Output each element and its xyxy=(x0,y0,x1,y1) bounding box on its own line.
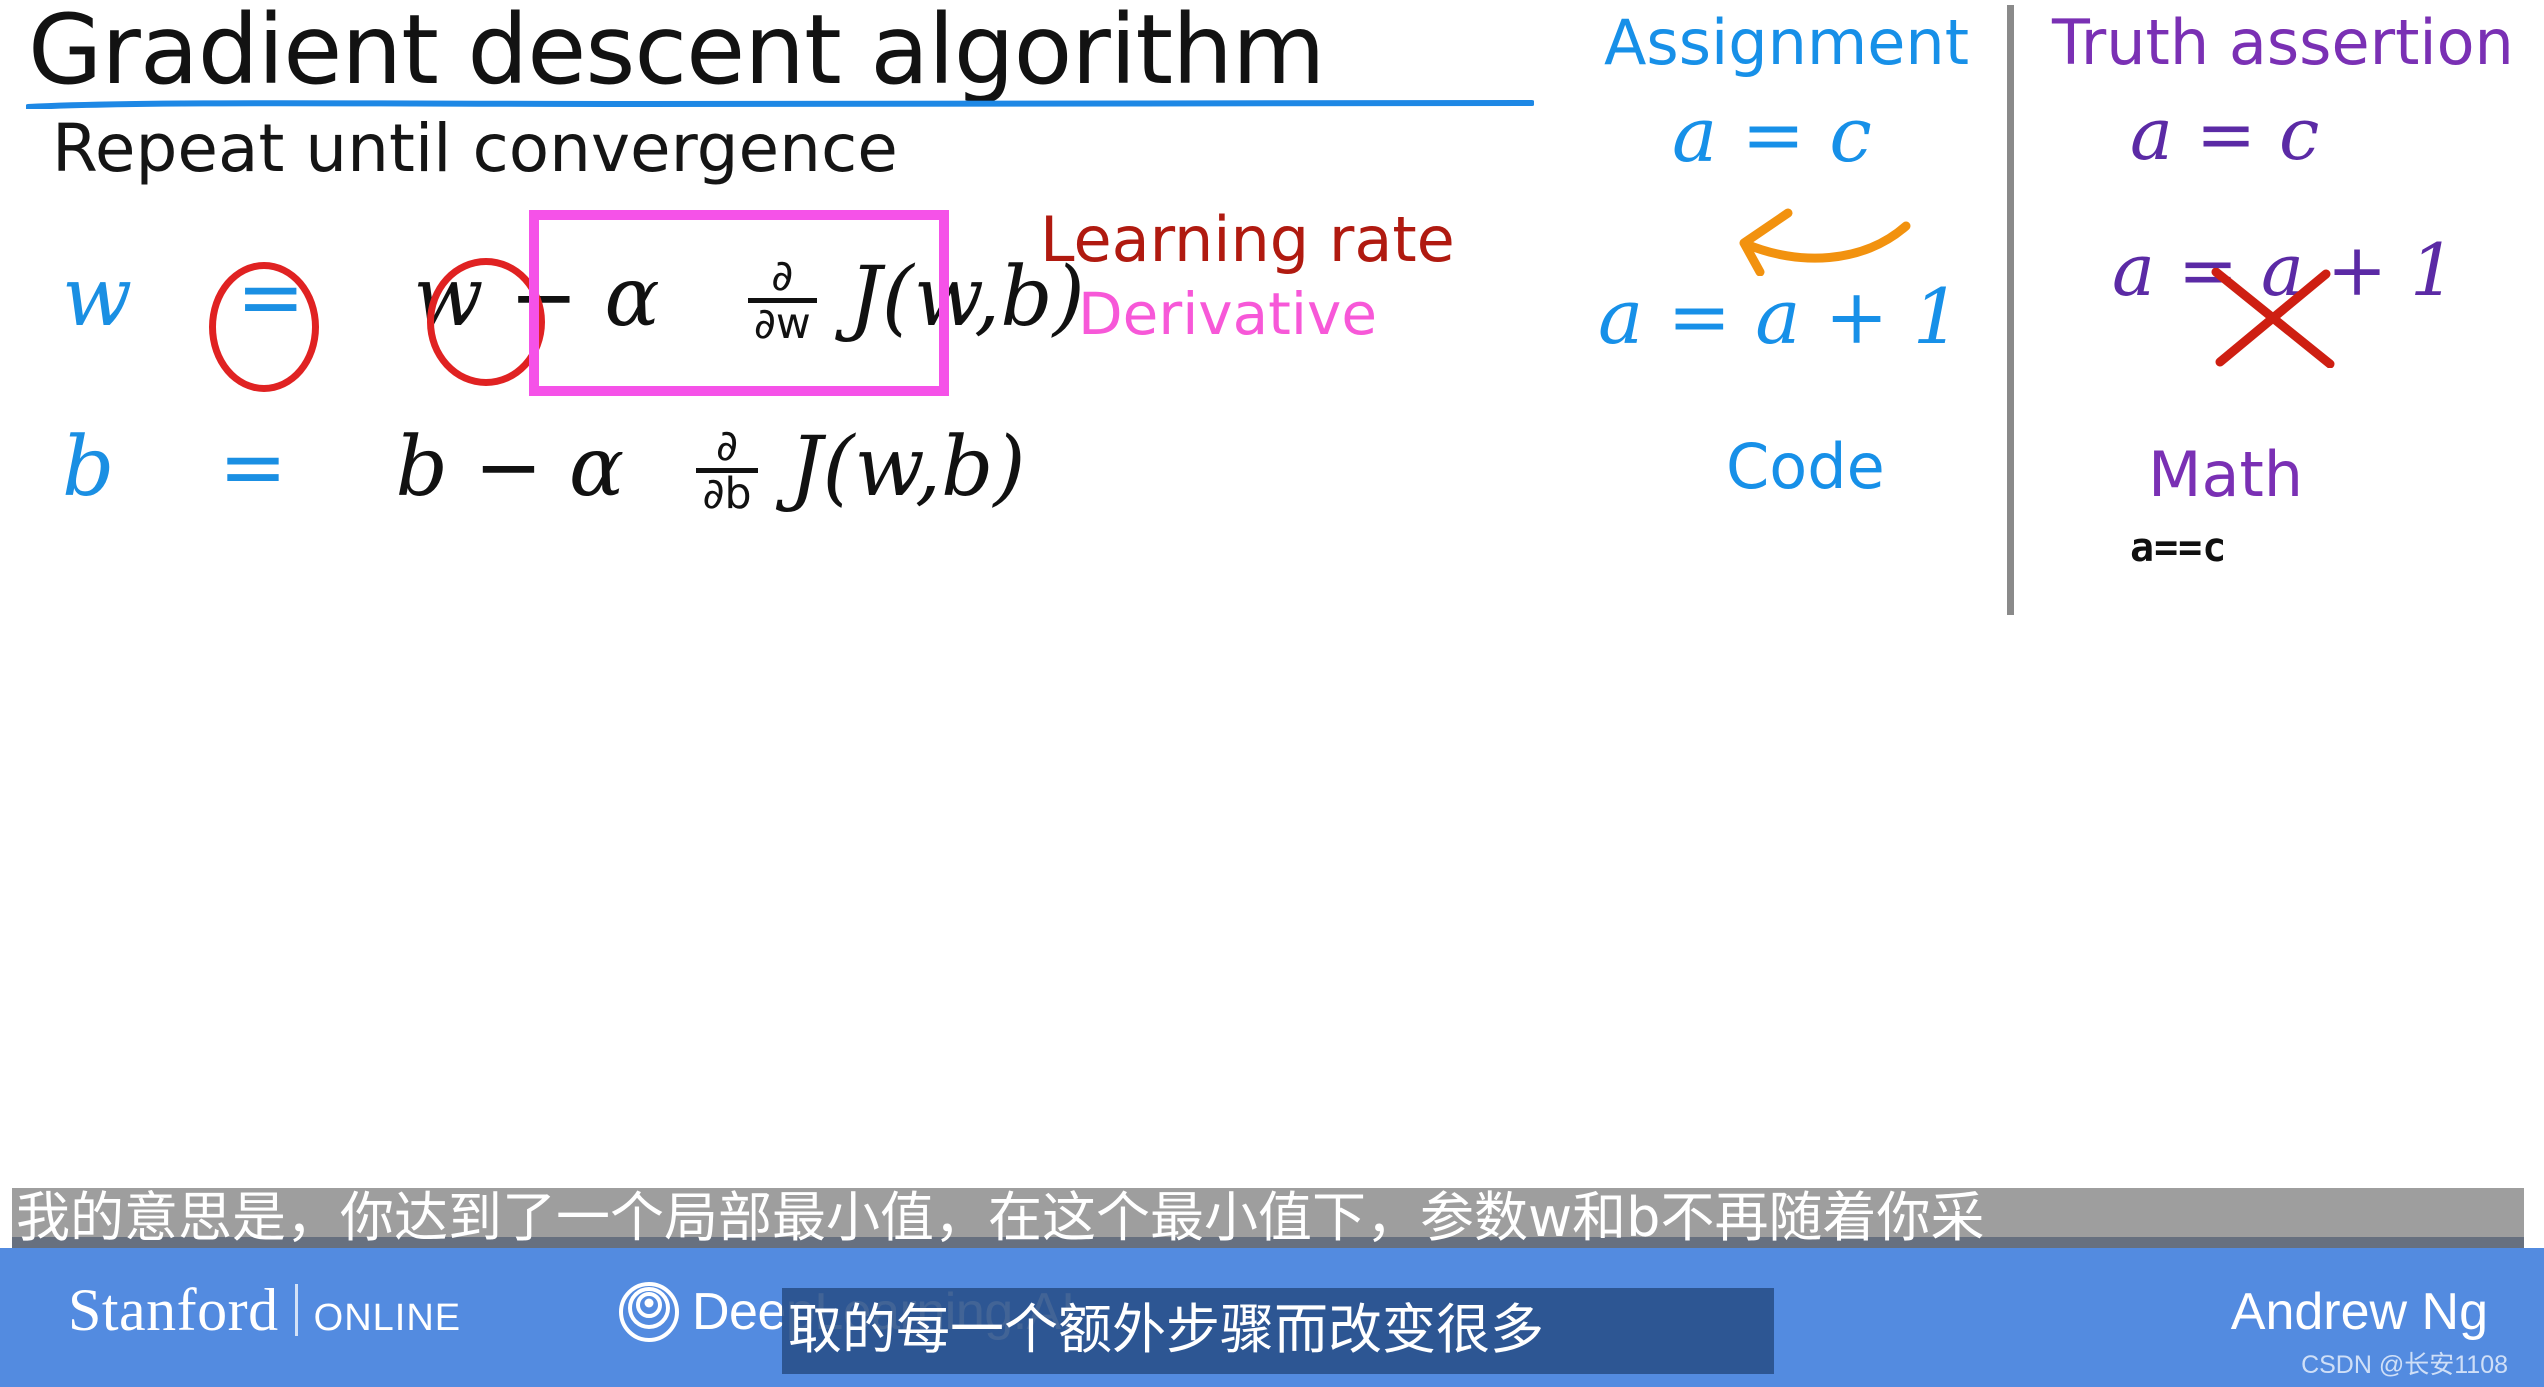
truth-column-heading: Truth assertion xyxy=(2052,6,2514,79)
annotation-learning-rate: Learning rate xyxy=(1040,203,1455,276)
assignment-column-heading: Assignment xyxy=(1604,6,1970,79)
eq2-derivative-numerator: ∂ xyxy=(696,425,758,474)
stanford-logo-divider xyxy=(294,1284,298,1336)
eq2-assign-symbol: = xyxy=(218,420,288,515)
assignment-column-footer: Code xyxy=(1726,430,1885,503)
red-cross-out-icon xyxy=(2211,268,2335,368)
column-divider xyxy=(2007,5,2014,615)
concentric-rings-icon xyxy=(619,1282,679,1342)
eq2-derivative-fraction: ∂ ∂b xyxy=(696,425,758,520)
csdn-watermark: CSDN @长安1108 xyxy=(2301,1351,2508,1379)
repeat-until-convergence-text: Repeat until convergence xyxy=(52,110,898,187)
eq2-derivative-denominator: ∂b xyxy=(702,469,752,520)
highlight-circle-alpha xyxy=(427,258,545,386)
subtitle-line-1: 我的意思是，你达到了一个局部最小值，在这个最小值下，参数w和b不再随着你采 xyxy=(12,1188,2524,1250)
title-underline xyxy=(26,100,1534,109)
eq2-cost-function: J(w,b) xyxy=(789,420,1026,515)
page-title: Gradient descent algorithm xyxy=(28,0,1326,106)
eq2-alpha: α xyxy=(568,420,625,515)
slide-canvas: Gradient descent algorithm Repeat until … xyxy=(0,0,2544,1387)
presenter-name: Andrew Ng xyxy=(2230,1283,2488,1341)
annotation-derivative: Derivative xyxy=(1078,280,1378,348)
assignment-expression-1: a = c xyxy=(1672,90,1872,179)
eq2-minus: − xyxy=(474,420,543,515)
stanford-online-logo: Stanford ONLINE xyxy=(68,1278,461,1340)
highlight-circle-assignment-symbol xyxy=(209,262,319,392)
truth-code-equality-form: a==c xyxy=(2130,525,2227,571)
subtitle-line-2: 取的每一个额外步骤而改变很多 xyxy=(782,1288,1774,1374)
eq1-lhs: w xyxy=(62,250,133,345)
truth-expression-1: a = c xyxy=(2130,92,2320,176)
equation-b-update: b = b − α ∂ ∂b J(w,b) xyxy=(62,420,1026,518)
orange-curved-arrow-icon xyxy=(1739,208,1911,276)
assignment-expression-2: a = a + 1 xyxy=(1598,272,1961,361)
truth-column-footer: Math xyxy=(2148,438,2304,511)
eq2-lhs: b xyxy=(62,420,115,515)
highlight-box-derivative-term xyxy=(529,210,949,396)
stanford-online-wordmark: ONLINE xyxy=(313,1297,462,1339)
stanford-wordmark: Stanford xyxy=(68,1277,279,1343)
eq2-rhs-var: b xyxy=(395,420,449,515)
